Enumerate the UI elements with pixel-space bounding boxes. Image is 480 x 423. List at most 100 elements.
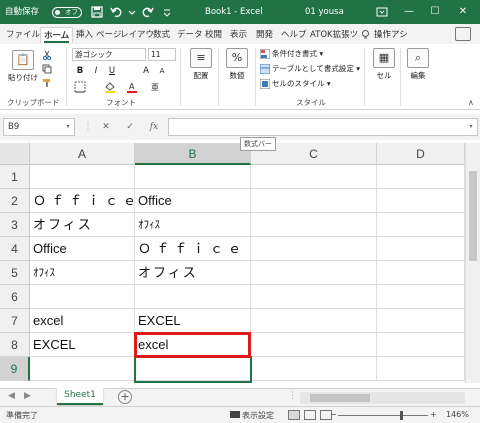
- cell-b2[interactable]: Office: [135, 189, 251, 213]
- cell-a1[interactable]: [30, 165, 135, 189]
- copy-icon[interactable]: [42, 64, 52, 74]
- cell-b3[interactable]: ｵﾌｨｽ: [135, 213, 251, 237]
- prev-sheet-icon[interactable]: ◀: [8, 391, 15, 401]
- cell-a9[interactable]: [30, 357, 135, 381]
- bold-button[interactable]: B: [74, 65, 86, 77]
- row-header[interactable]: 6: [0, 285, 30, 309]
- cell-c5[interactable]: [251, 261, 377, 285]
- font-name-dropdown[interactable]: 游ゴシック: [72, 48, 146, 61]
- cell-a7[interactable]: excel: [30, 309, 135, 333]
- save-icon[interactable]: [90, 5, 104, 19]
- cell-c7[interactable]: [251, 309, 377, 333]
- tab-formulas[interactable]: 数式: [153, 27, 170, 43]
- tab-home[interactable]: ホーム: [40, 27, 74, 43]
- row-header[interactable]: 8: [0, 333, 30, 357]
- expand-formula-bar-icon[interactable]: ▾: [463, 119, 479, 135]
- cell-d2[interactable]: [377, 189, 465, 213]
- shrink-font-icon[interactable]: A: [156, 65, 168, 77]
- page-layout-view-icon[interactable]: [304, 410, 316, 420]
- tab-review[interactable]: 校閲: [205, 27, 222, 43]
- fill-color-icon[interactable]: [104, 81, 116, 93]
- cell-d4[interactable]: [377, 237, 465, 261]
- cell-b7[interactable]: EXCEL: [135, 309, 251, 333]
- row-header[interactable]: 1: [0, 165, 30, 189]
- cell-c1[interactable]: [251, 165, 377, 189]
- tab-help[interactable]: ヘルプ: [281, 27, 307, 43]
- column-header-b[interactable]: B: [135, 143, 251, 165]
- grow-font-icon[interactable]: A: [140, 65, 152, 77]
- cell-b6[interactable]: [135, 285, 251, 309]
- horizontal-scrollbar[interactable]: [300, 392, 465, 404]
- tab-data[interactable]: データ: [177, 27, 203, 43]
- undo-dropdown-icon[interactable]: [125, 5, 139, 19]
- close-button[interactable]: ✕: [452, 0, 474, 24]
- paste-button[interactable]: 📋 貼り付け: [5, 50, 41, 83]
- format-as-table-button[interactable]: テーブルとして書式設定 ▾: [272, 63, 360, 75]
- font-size-dropdown[interactable]: 11: [148, 48, 176, 61]
- formula-input[interactable]: [168, 118, 478, 136]
- borders-icon[interactable]: [74, 81, 86, 93]
- cell-c8[interactable]: [251, 333, 377, 357]
- worksheet-grid[interactable]: A B C D 1 2 3 4 5 6 7 8 9 Ｏｆｆｉｃｅ Office …: [0, 143, 480, 383]
- row-header[interactable]: 2: [0, 189, 30, 213]
- share-icon[interactable]: [455, 27, 471, 41]
- vertical-scroll-thumb[interactable]: [469, 171, 477, 261]
- font-color-icon[interactable]: A: [126, 81, 138, 93]
- cell-d6[interactable]: [377, 285, 465, 309]
- cell-c9[interactable]: [251, 357, 377, 381]
- autosave-toggle[interactable]: オフ: [52, 7, 82, 18]
- cancel-icon[interactable]: ✕: [98, 119, 114, 135]
- tab-page[interactable]: ページ: [96, 27, 121, 43]
- redo-icon[interactable]: [140, 5, 154, 19]
- italic-button[interactable]: I: [90, 65, 102, 77]
- ribbon-display-icon[interactable]: [375, 5, 389, 19]
- cell-a8[interactable]: EXCEL: [30, 333, 135, 357]
- tab-insert[interactable]: 挿入: [76, 27, 93, 43]
- cells-button[interactable]: ▦ セル: [370, 48, 398, 81]
- vertical-scrollbar[interactable]: [465, 143, 480, 383]
- column-header-d[interactable]: D: [377, 143, 465, 165]
- cell-a4[interactable]: Office: [30, 237, 135, 261]
- cell-c6[interactable]: [251, 285, 377, 309]
- zoom-level[interactable]: 146%: [446, 410, 469, 419]
- minimize-button[interactable]: —: [398, 0, 420, 24]
- number-format-button[interactable]: % 数値: [222, 48, 252, 81]
- cell-d8[interactable]: [377, 333, 465, 357]
- cell-b5[interactable]: オフィス: [135, 261, 251, 285]
- editing-button[interactable]: ⌕ 編集: [404, 48, 432, 81]
- format-painter-icon[interactable]: [42, 78, 52, 88]
- zoom-out-button[interactable]: −: [330, 410, 337, 419]
- display-settings-button[interactable]: 表示設定: [242, 410, 274, 421]
- zoom-slider-thumb[interactable]: [400, 411, 403, 420]
- customize-qat-icon[interactable]: [160, 5, 174, 19]
- alignment-button[interactable]: ≡ 配置: [186, 48, 216, 81]
- cell-a6[interactable]: [30, 285, 135, 309]
- row-header[interactable]: 7: [0, 309, 30, 333]
- next-sheet-icon[interactable]: ▶: [24, 391, 31, 401]
- row-header[interactable]: 9: [0, 357, 30, 381]
- tab-view[interactable]: 表示: [230, 27, 247, 43]
- row-header[interactable]: 3: [0, 213, 30, 237]
- cell-a5[interactable]: ｵﾌｨｽ: [30, 261, 135, 285]
- cut-icon[interactable]: [42, 50, 52, 60]
- cell-d5[interactable]: [377, 261, 465, 285]
- row-header[interactable]: 4: [0, 237, 30, 261]
- cell-c2[interactable]: [251, 189, 377, 213]
- cell-b4[interactable]: Ｏｆｆｉｃｅ: [135, 237, 251, 261]
- cell-a2[interactable]: Ｏｆｆｉｃｅ: [30, 189, 135, 213]
- cell-c3[interactable]: [251, 213, 377, 237]
- tab-developer[interactable]: 開発: [256, 27, 273, 43]
- tab-split-grip-icon[interactable]: ⋮: [288, 391, 297, 401]
- name-box-dropdown-icon[interactable]: ▾: [60, 119, 76, 135]
- phonetic-icon[interactable]: 亜: [150, 81, 162, 93]
- insert-function-icon[interactable]: fx: [146, 119, 162, 135]
- conditional-format-button[interactable]: 条件付き書式 ▾: [272, 48, 323, 60]
- tab-layout[interactable]: レイアウ: [120, 27, 154, 43]
- cell-d7[interactable]: [377, 309, 465, 333]
- enter-icon[interactable]: ✓: [122, 119, 138, 135]
- cell-d3[interactable]: [377, 213, 465, 237]
- row-header[interactable]: 5: [0, 261, 30, 285]
- cell-d9[interactable]: [377, 357, 465, 381]
- cell-c4[interactable]: [251, 237, 377, 261]
- add-sheet-icon[interactable]: +: [118, 390, 132, 404]
